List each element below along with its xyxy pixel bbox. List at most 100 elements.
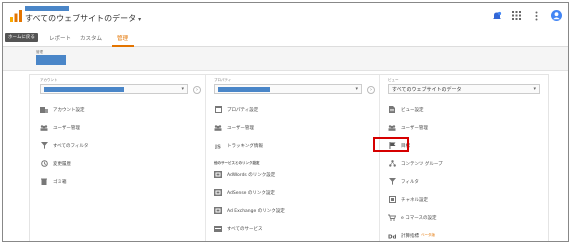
chevron-down-icon: ▾: [533, 86, 536, 92]
property-settings-item[interactable]: プロパティ設定: [214, 105, 258, 114]
adexchange-icon: [214, 207, 222, 214]
services-icon: [214, 225, 222, 232]
property-column-label: プロパティ: [214, 78, 232, 82]
adwords-linking-label: AdWords のリンク設定: [227, 172, 276, 178]
js-icon: JS: [214, 142, 222, 149]
column-link-arrow-icon: ›: [367, 86, 375, 94]
view-dropdown[interactable]: すべてのウェブサイトのデータ ▾: [388, 84, 540, 94]
user-avatar-icon[interactable]: [551, 10, 562, 21]
view-user-management-item[interactable]: ユーザー管理: [388, 123, 428, 132]
account-column: アカウント ▾ アカウント設定 ユーザー管理 すべてのフィルタ 変更履歴 ゴミ箱: [40, 75, 190, 241]
document-icon: [388, 106, 396, 113]
filter-icon: [40, 142, 48, 149]
trash-item[interactable]: ゴミ箱: [40, 177, 67, 186]
more-vert-icon[interactable]: [531, 10, 542, 21]
view-column: ビュー すべてのウェブサイトのデータ ▾ ビュー設定 ユーザー管理 目標 コンテ…: [388, 75, 543, 241]
view-filters-label: フィルタ: [401, 179, 419, 185]
account-dropdown-value-redacted: [44, 87, 124, 92]
cart-icon: [388, 214, 396, 221]
adexchange-linking-label: Ad Exchange のリンク設定: [227, 208, 285, 214]
account-dropdown[interactable]: ▾: [40, 84, 188, 94]
app-frame: すべてのウェブサイトのデータ▾ ホームに戻る レポート カスタム 管理 管理: [2, 2, 569, 242]
property-view-title: すべてのウェブサイトのデータ: [25, 14, 137, 23]
history-icon: [40, 160, 48, 167]
change-history-item[interactable]: 変更履歴: [40, 159, 71, 168]
apps-grid-icon[interactable]: [511, 10, 522, 21]
all-products-item[interactable]: すべてのサービス: [214, 224, 263, 233]
adwords-icon: [214, 171, 222, 178]
channel-icon: [388, 196, 396, 203]
trash-icon: [40, 178, 48, 185]
tab-reports[interactable]: レポート: [49, 34, 71, 42]
calculated-metrics-item[interactable]: Dd 計算指標 ベータ版: [388, 231, 435, 240]
account-settings-item[interactable]: アカウント設定: [40, 105, 85, 114]
calculated-metrics-label: 計算指標: [401, 233, 419, 239]
beta-badge: ベータ版: [421, 233, 435, 237]
ecommerce-settings-label: e コマースの設定: [401, 215, 437, 221]
chevron-down-icon: ▾: [181, 86, 184, 92]
view-user-management-label: ユーザー管理: [401, 125, 428, 131]
ecommerce-settings-item[interactable]: e コマースの設定: [388, 213, 436, 222]
column-link-arrow-icon: ›: [193, 86, 201, 94]
adsense-icon: [214, 189, 222, 196]
view-settings-item[interactable]: ビュー設定: [388, 105, 424, 114]
property-user-management-label: ユーザー管理: [227, 125, 254, 131]
property-dropdown[interactable]: ▾: [214, 84, 362, 94]
admin-panel: アカウント ▾ アカウント設定 ユーザー管理 すべてのフィルタ 変更履歴 ゴミ箱…: [29, 74, 549, 241]
trash-label: ゴミ箱: [53, 179, 67, 185]
change-history-label: 変更履歴: [53, 161, 71, 167]
adwords-linking-item[interactable]: AdWords のリンク設定: [214, 170, 275, 179]
goals-highlight-box: [373, 137, 409, 152]
channel-settings-label: チャネル設定: [401, 197, 428, 203]
account-user-management-item[interactable]: ユーザー管理: [40, 123, 80, 132]
all-products-label: すべてのサービス: [227, 226, 263, 232]
content-grouping-label: コンテンツ グループ: [401, 161, 443, 167]
property-settings-label: プロパティ設定: [227, 107, 259, 113]
building-icon: [40, 106, 48, 113]
channel-settings-item[interactable]: チャネル設定: [388, 195, 428, 204]
dd-icon: Dd: [388, 232, 396, 239]
view-dropdown-value: すべてのウェブサイトのデータ: [392, 87, 462, 93]
content-grouping-item[interactable]: コンテンツ グループ: [388, 159, 443, 168]
svg-text:JS: JS: [215, 144, 221, 149]
header-icons: [491, 10, 562, 21]
tracking-info-label: トラッキング情報: [227, 143, 263, 149]
property-view-selector[interactable]: すべてのウェブサイトのデータ ▾: [25, 13, 141, 24]
account-name-redacted: [25, 6, 69, 11]
users-icon: [40, 124, 48, 131]
adexchange-linking-item[interactable]: Ad Exchange のリンク設定: [214, 206, 285, 215]
chevron-down-icon: ▾: [355, 86, 358, 92]
view-filters-item[interactable]: フィルタ: [388, 177, 419, 186]
tab-custom[interactable]: カスタム: [80, 34, 102, 42]
product-linking-heading: 他のサービスとのリンク設定: [214, 161, 260, 165]
account-settings-label: アカウント設定: [53, 107, 85, 113]
filter-icon: [388, 178, 396, 185]
account-user-management-label: ユーザー管理: [53, 125, 80, 131]
notifications-icon[interactable]: [491, 10, 502, 21]
column-divider: [379, 75, 380, 241]
users-icon: [214, 124, 222, 131]
column-divider: [205, 75, 206, 241]
view-column-label: ビュー: [388, 78, 399, 82]
property-dropdown-value-redacted: [218, 87, 270, 92]
home-button[interactable]: ホームに戻る: [5, 33, 38, 42]
window-icon: [214, 106, 222, 113]
top-bar: すべてのウェブサイトのデータ ▾: [3, 3, 568, 31]
svg-text:Dd: Dd: [388, 234, 396, 239]
main-nav: ホームに戻る レポート カスタム 管理: [3, 31, 568, 47]
account-header-area: 管理: [3, 47, 568, 71]
account-column-label: アカウント: [40, 78, 58, 82]
adsense-linking-item[interactable]: AdSense のリンク設定: [214, 188, 275, 197]
content-group-icon: [388, 160, 396, 167]
account-selector-redacted[interactable]: [36, 55, 66, 65]
view-settings-label: ビュー設定: [401, 107, 424, 113]
tab-admin[interactable]: 管理: [117, 34, 128, 42]
property-user-management-item[interactable]: ユーザー管理: [214, 123, 254, 132]
tracking-info-item[interactable]: JS トラッキング情報: [214, 141, 263, 150]
all-filters-item[interactable]: すべてのフィルタ: [40, 141, 88, 150]
property-column: プロパティ ▾ プロパティ設定 ユーザー管理 JS トラッキング情報 他のサービ…: [214, 75, 364, 241]
analytics-logo-icon[interactable]: [9, 9, 23, 23]
all-filters-label: すべてのフィルタ: [53, 143, 89, 149]
users-icon: [388, 124, 396, 131]
chevron-down-icon: ▾: [138, 16, 142, 23]
